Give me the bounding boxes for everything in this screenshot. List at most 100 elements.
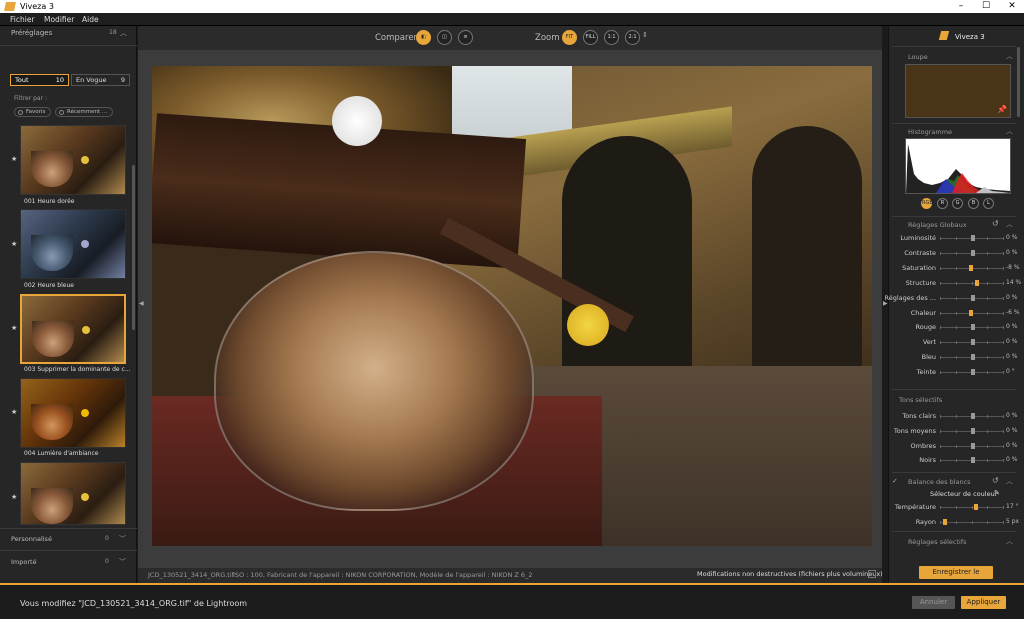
maximize-button[interactable]: ☐ — [976, 1, 996, 12]
close-button[interactable]: ✕ — [1002, 1, 1022, 12]
chevron-up-icon[interactable]: ︿ — [1006, 51, 1013, 61]
menu-aide[interactable]: Aide — [82, 15, 99, 24]
pin-icon[interactable]: 📌 — [997, 105, 1007, 114]
slider-track[interactable] — [940, 294, 1004, 301]
zoom-fit-button[interactable]: FIT — [562, 30, 577, 45]
nondestructive-checkbox[interactable] — [868, 570, 876, 578]
compare-stack-icon[interactable]: ≡ — [458, 30, 473, 45]
favorite-star-icon[interactable]: ★ — [11, 240, 17, 248]
chevron-up-icon[interactable]: ︿ — [1006, 126, 1013, 136]
channel-g-button[interactable]: G — [952, 198, 963, 209]
chevron-up-icon[interactable]: ︿ — [1006, 219, 1013, 229]
preset-thumbnail[interactable] — [20, 125, 126, 195]
preset-thumbnail[interactable] — [20, 378, 126, 448]
zoom-stepper-icon[interactable]: ⇕ — [642, 31, 648, 39]
slider-track[interactable] — [940, 442, 1004, 449]
slider-track[interactable] — [940, 339, 1004, 346]
slider-track[interactable] — [940, 427, 1004, 434]
slider-track[interactable] — [940, 504, 1004, 510]
slider-knob[interactable] — [971, 427, 975, 434]
zoom-1-1-button[interactable]: 1:1 — [604, 30, 619, 45]
slider-knob[interactable] — [971, 339, 975, 346]
reset-icon[interactable]: ↺ — [992, 219, 999, 228]
preset-thumbnail[interactable] — [20, 462, 126, 525]
channel-rgb-button[interactable]: RGB — [921, 198, 933, 209]
channel-b-button[interactable]: B — [968, 198, 979, 209]
slider-knob[interactable] — [969, 309, 974, 316]
slider-track[interactable] — [940, 324, 1004, 331]
slider-track[interactable] — [940, 309, 1004, 316]
slider-knob[interactable] — [971, 354, 975, 361]
slider-track[interactable] — [940, 369, 1004, 376]
favorite-star-icon[interactable]: ★ — [11, 408, 17, 416]
slider-knob[interactable] — [968, 264, 973, 271]
divider — [892, 216, 1016, 217]
menu-modifier[interactable]: Modifier — [44, 15, 74, 24]
tones-header: Tons sélectifs — [899, 396, 943, 404]
tab-all[interactable]: Tout 10 — [10, 74, 69, 86]
slider-tick — [1003, 341, 1004, 345]
slider-knob[interactable] — [974, 504, 979, 510]
slider-knob[interactable] — [971, 235, 975, 241]
tab-en-vogue[interactable]: En Vogue 9 — [71, 74, 130, 86]
compare-side-icon[interactable]: ◫ — [437, 30, 452, 45]
collapse-left-icon[interactable]: ◀ — [139, 300, 144, 307]
slider-track[interactable] — [940, 413, 1004, 419]
presets-scrollbar[interactable] — [132, 165, 135, 330]
favorite-star-icon[interactable]: ★ — [11, 155, 17, 163]
chevron-down-icon[interactable]: ﹀ — [119, 557, 126, 567]
slider-track[interactable] — [940, 264, 1004, 271]
zoom-fill-button[interactable]: FILL — [583, 30, 598, 45]
slider-tick — [971, 281, 973, 285]
apply-button[interactable]: Appliquer — [961, 596, 1006, 609]
eyedropper-icon[interactable]: ✎ — [994, 489, 1000, 497]
section-personnalise[interactable]: Personnalisé — [11, 535, 52, 543]
menu-fichier[interactable]: Fichier — [10, 15, 35, 24]
channel-l-button[interactable]: L — [983, 198, 994, 209]
wb-enable-check-icon[interactable]: ✓ — [892, 477, 898, 485]
chevron-up-icon[interactable]: ︿ — [1006, 536, 1013, 546]
slider-tick — [940, 281, 941, 285]
slider-tick — [955, 237, 957, 240]
chevron-up-icon[interactable]: ︿ — [1006, 476, 1013, 486]
preset-thumbnail[interactable] — [20, 209, 126, 279]
slider-knob[interactable] — [971, 413, 975, 419]
slider-track[interactable] — [940, 457, 1004, 464]
slider-knob[interactable] — [971, 324, 975, 331]
slider-track[interactable] — [940, 279, 1004, 286]
slider-label: Tons clairs — [902, 412, 936, 420]
slider-knob[interactable] — [971, 457, 975, 464]
slider-knob[interactable] — [971, 442, 975, 449]
slider-track[interactable] — [940, 354, 1004, 361]
reset-icon[interactable]: ↺ — [992, 476, 999, 485]
minimize-button[interactable]: – — [951, 1, 971, 12]
slider-knob[interactable] — [943, 518, 948, 525]
cancel-button[interactable]: Annuler — [912, 596, 955, 609]
slider-knob[interactable] — [975, 279, 980, 286]
slider-knob[interactable] — [971, 249, 975, 256]
slider-track[interactable] — [940, 249, 1004, 256]
filter-recent-chip[interactable]: Récemment ... — [55, 107, 114, 117]
favorite-star-icon[interactable]: ★ — [11, 493, 17, 501]
slider-tick — [940, 326, 941, 330]
filter-favorites-chip[interactable]: Favoris — [14, 107, 52, 117]
compare-split-icon[interactable]: ◧ — [416, 30, 431, 45]
slider-tick — [955, 371, 957, 375]
chevron-up-icon[interactable]: ︿ — [120, 28, 127, 38]
section-importe[interactable]: Importé — [11, 558, 37, 566]
panel-scrollbar[interactable] — [1017, 47, 1020, 117]
favorite-star-icon[interactable]: ★ — [11, 324, 17, 332]
zoom-2-1-button[interactable]: 2:1 — [625, 30, 640, 45]
title-bar: Viveza 3 – ☐ ✕ — [0, 0, 1024, 13]
slider-knob[interactable] — [971, 369, 975, 376]
preset-thumbnail-selected[interactable] — [20, 294, 126, 364]
channel-r-button[interactable]: R — [937, 198, 948, 209]
slider-label: Ombres — [910, 441, 937, 450]
save-preset-button[interactable]: Enregistrer le préréglage — [919, 566, 993, 589]
slider-value: 0 ° — [1006, 368, 1015, 376]
slider-track[interactable] — [940, 518, 1004, 525]
slider-track[interactable] — [940, 235, 1004, 241]
slider-knob[interactable] — [971, 294, 975, 301]
photo-preview[interactable] — [152, 66, 872, 546]
chevron-down-icon[interactable]: ﹀ — [119, 534, 126, 544]
